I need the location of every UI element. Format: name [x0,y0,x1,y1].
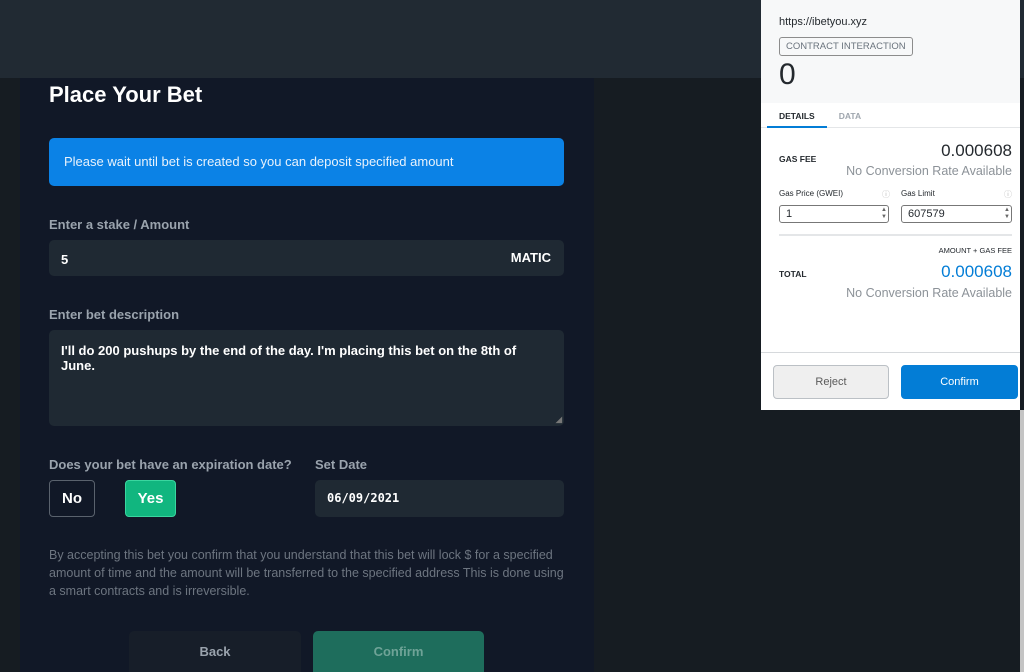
stake-label: Enter a stake / Amount [49,217,190,232]
set-date-label: Set Date [315,457,368,472]
description-value: I'll do 200 pushups by the end of the da… [61,343,517,373]
no-button[interactable]: No [49,480,95,517]
tab-data[interactable]: DATA [827,103,873,128]
yes-button[interactable]: Yes [125,480,176,517]
back-button[interactable]: Back [129,631,301,672]
site-url: https://ibetyou.xyz [779,16,868,28]
total-value: 0.000608 [941,262,1012,281]
scrollbar[interactable] [1020,410,1024,672]
wallet-popup: https://ibetyou.xyz CONTRACT INTERACTION… [761,0,1020,410]
description-textarea[interactable]: I'll do 200 pushups by the end of the da… [49,330,564,426]
amount-gas-label: AMOUNT + GAS FEE [938,246,1012,255]
date-input[interactable]: 06/09/2021 [315,480,564,517]
disclaimer-text: By accepting this bet you confirm that y… [49,548,564,598]
stake-value: 5 [61,252,69,267]
page-title: Place Your Bet [49,82,203,107]
info-icon[interactable]: ⓘ [1004,189,1012,200]
expiration-label: Does your bet have an expiration date? [49,457,292,472]
total-conversion: No Conversion Rate Available [846,286,1012,300]
gas-fee-conversion: No Conversion Rate Available [846,164,1012,178]
gas-limit-input[interactable]: 607579 ▲ ▼ [901,205,1012,223]
gas-limit-value: 607579 [908,208,945,220]
total-label: TOTAL [779,269,807,279]
confirm-button[interactable]: Confirm [313,631,484,672]
wallet-confirm-button[interactable]: Confirm [901,365,1018,399]
stake-input[interactable]: 5 MATIC [49,240,564,276]
stepper-icon[interactable]: ▲ ▼ [1004,207,1010,221]
description-label: Enter bet description [49,307,180,322]
gas-price-label: Gas Price (GWEI) [779,189,844,198]
gas-fee-label: GAS FEE [779,154,817,164]
reject-button[interactable]: Reject [773,365,889,399]
transaction-amount: 0 [779,58,796,91]
tab-details[interactable]: DETAILS [767,103,827,128]
gas-price-input[interactable]: 1 ▲ ▼ [779,205,889,223]
info-icon[interactable]: ⓘ [882,189,890,200]
resize-handle-icon[interactable]: ◢ [556,415,562,424]
contract-interaction-badge: CONTRACT INTERACTION [779,37,913,56]
gas-limit-label: Gas Limit [901,189,935,198]
divider [779,234,1012,236]
gas-price-value: 1 [786,208,793,220]
gas-fee-value: 0.000608 [941,141,1012,160]
stepper-icon[interactable]: ▲ ▼ [881,207,887,221]
info-alert: Please wait until bet is created so you … [49,138,564,186]
currency-label: MATIC [510,250,551,265]
